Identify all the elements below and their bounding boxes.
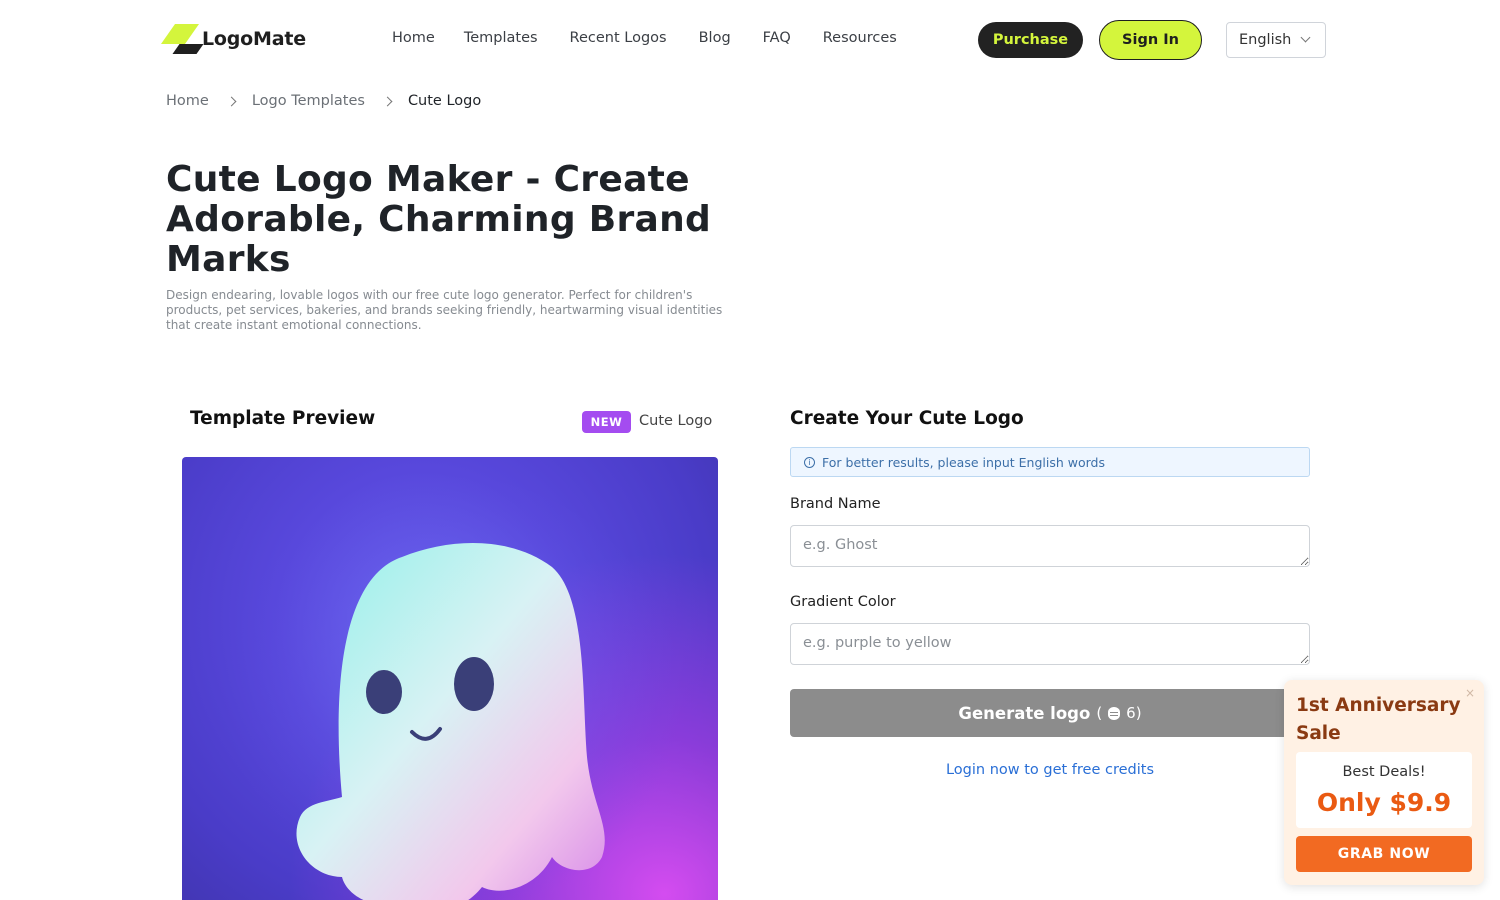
info-icon: i [804,456,815,468]
credits-indicator: ( 6) [1096,704,1141,722]
login-link[interactable]: Login now to get free credits [790,762,1310,778]
page-description: Design endearing, lovable logos with our… [166,288,723,332]
brand-name-label: Brand Name [790,496,881,512]
sale-deal-text: Best Deals! [1342,764,1426,780]
form-title: Create Your Cute Logo [790,408,1024,429]
template-name: Cute Logo [639,413,713,429]
generate-label: Generate logo [958,703,1091,723]
logo-text: LogoMate [202,28,306,50]
chevron-down-icon [1300,32,1311,43]
coin-icon [1108,706,1121,720]
nav-resources[interactable]: Resources [823,30,897,46]
chevron-right-icon [226,96,237,106]
info-notice: i For better results, please input Engli… [790,447,1310,477]
template-preview-title: Template Preview [190,408,376,429]
main-nav: Home Templates Recent Logos Blog FAQ Res… [392,30,929,46]
site-header: LogoMate Home Templates Recent Logos Blo… [0,0,1500,80]
chevron-right-icon [382,96,393,106]
breadcrumb: Home Logo Templates Cute Logo [166,93,481,109]
breadcrumb-logo-templates[interactable]: Logo Templates [252,93,365,109]
logo-mark-icon [160,22,204,56]
nav-faq[interactable]: FAQ [763,30,791,46]
sale-card: Best Deals! Only $9.9 [1296,752,1472,828]
logomate-logo[interactable]: LogoMate [160,22,306,56]
nav-home[interactable]: Home [392,30,435,46]
gradient-color-label: Gradient Color [790,594,896,610]
breadcrumb-home[interactable]: Home [166,93,209,109]
language-value: English [1239,32,1292,48]
language-select[interactable]: English [1226,22,1326,58]
generate-logo-button[interactable]: Generate logo ( 6) [790,689,1310,737]
page-title: Cute Logo Maker - Create Adorable, Charm… [166,159,712,280]
gradient-color-input[interactable] [790,623,1310,665]
grab-now-button[interactable]: GRAB NOW [1296,836,1472,872]
breadcrumb-current: Cute Logo [407,93,482,109]
sale-price: Only $9.9 [1316,788,1452,817]
info-notice-text: For better results, please input English… [822,454,1105,470]
sale-popup: × 1st Anniversary Sale Best Deals! Only … [1284,680,1484,885]
new-badge: NEW [582,411,631,433]
brand-name-input[interactable] [790,525,1310,567]
sale-title: 1st Anniversary Sale [1296,695,1461,744]
credits-value: 6) [1126,704,1142,722]
purchase-button[interactable]: Purchase [978,22,1083,58]
nav-blog[interactable]: Blog [699,30,731,46]
nav-recent-logos[interactable]: Recent Logos [570,30,667,46]
nav-templates[interactable]: Templates [464,30,538,46]
credits-open: ( [1096,704,1103,722]
template-preview-image [182,457,718,900]
sign-in-button[interactable]: Sign In [1099,20,1202,60]
ghost-mascot-icon [222,477,682,900]
